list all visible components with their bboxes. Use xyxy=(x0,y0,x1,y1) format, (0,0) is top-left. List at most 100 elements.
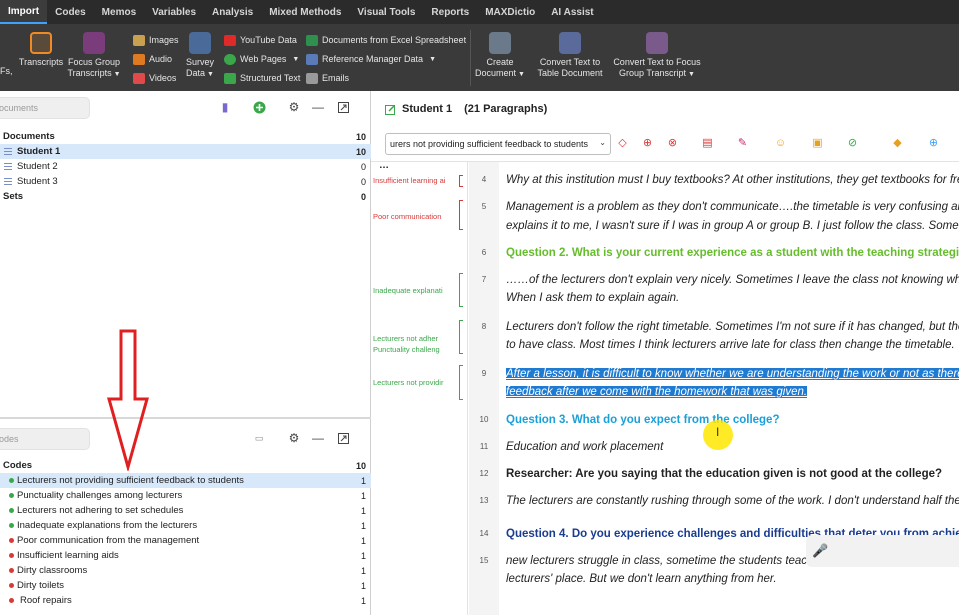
code-label: Lecturers not adhering to set schedules xyxy=(17,505,184,516)
paragraph-line[interactable]: new lecturers struggle in class, sometim… xyxy=(506,552,813,570)
in-vivo-code-icon[interactable]: ⊗ xyxy=(666,137,679,150)
more-icon[interactable]: … xyxy=(379,162,389,171)
paragraph-line[interactable]: Lecturers don't follow the right timetab… xyxy=(506,318,959,336)
comment-icon[interactable]: ◆ xyxy=(891,137,904,150)
memo-icon[interactable]: ▣ xyxy=(811,137,824,150)
code-diamond-icon[interactable]: ◇ xyxy=(616,137,629,150)
documents-root-count: 10 xyxy=(355,131,366,142)
selected-text[interactable]: After a lesson, it is difficult to know … xyxy=(506,368,959,380)
paragraph-line[interactable]: lecturers' place. But we don't learn any… xyxy=(506,570,777,588)
new-document-icon[interactable]: ▮ xyxy=(218,100,232,114)
paragraph-line[interactable]: to have class. Most times I think lectur… xyxy=(506,336,955,354)
transcripts-label: Transcripts xyxy=(18,57,64,67)
create-document-button[interactable]: Create Document ▼ xyxy=(475,32,525,80)
survey-data-button[interactable]: Survey Data ▼ xyxy=(183,32,217,80)
paragraph-line[interactable]: When I ask them to explain again. xyxy=(506,289,679,307)
tab-analysis[interactable]: Analysis xyxy=(204,0,261,24)
web-pages-button[interactable]: Web Pages ▼ xyxy=(224,52,299,66)
paragraph-number: 4 xyxy=(481,175,487,184)
code-selection-icon[interactable]: ⊕ xyxy=(641,137,654,150)
documents-root[interactable]: Documents 10 xyxy=(0,129,371,144)
gear-icon[interactable]: ⚙ xyxy=(287,431,301,445)
code-item[interactable]: Inadequate explanations from the lecture… xyxy=(0,518,371,533)
code-color-dot xyxy=(9,478,14,483)
tab-ai-assist[interactable]: AI Assist xyxy=(543,0,601,24)
question-line[interactable]: Question 2. What is your current experie… xyxy=(506,244,959,262)
paragraph-line[interactable]: After a lesson, it is difficult to know … xyxy=(506,365,959,383)
tab-visual-tools[interactable]: Visual Tools xyxy=(349,0,423,24)
color-pen-icon[interactable]: ✎ xyxy=(736,137,749,150)
coding-stripe-label[interactable]: Insufficient learning ai xyxy=(373,176,457,185)
code-item[interactable]: Poor communication from the management 1 xyxy=(0,533,371,548)
link-icon[interactable]: ⊘ xyxy=(846,137,859,150)
images-label: Images xyxy=(149,35,179,45)
tab-mixed-methods[interactable]: Mixed Methods xyxy=(261,0,349,24)
convert-to-focus-group-button[interactable]: Convert Text to Focus Group Transcript ▼ xyxy=(610,32,704,80)
selected-text[interactable]: feedback after we come with the homework… xyxy=(506,386,808,398)
excel-docs-button[interactable]: Documents from Excel Spreadsheet xyxy=(306,33,466,47)
images-button[interactable]: Images xyxy=(133,33,179,47)
coding-stripe-label[interactable]: Lecturers not adher xyxy=(373,334,457,343)
quick-code-select[interactable]: urers not providing sufficient feedback … xyxy=(385,133,611,155)
emails-button[interactable]: Emails xyxy=(306,71,349,85)
add-document-button[interactable] xyxy=(252,100,266,114)
coding-stripe-label[interactable]: Punctuality challeng xyxy=(373,345,457,354)
tab-import[interactable]: Import xyxy=(0,0,48,24)
minimize-icon[interactable]: — xyxy=(311,431,325,445)
codes-root[interactable]: Codes 10 xyxy=(0,458,371,473)
question-line[interactable]: Question 3. What do you expect from the … xyxy=(506,411,779,429)
youtube-data-button[interactable]: YouTube Data xyxy=(224,33,297,47)
emoticode-icon[interactable]: ☺ xyxy=(774,137,787,150)
coding-stripe-label[interactable]: Inadequate explanati xyxy=(373,286,457,295)
code-count: 1 xyxy=(360,550,366,561)
paragraph-line[interactable]: Education and work placement xyxy=(506,438,663,456)
gear-icon[interactable]: ⚙ xyxy=(287,100,301,114)
minimize-icon[interactable]: — xyxy=(311,100,325,114)
code-item[interactable]: Lecturers not providing sufficient feedb… xyxy=(0,473,371,488)
document-item-student-2[interactable]: Student 2 0 xyxy=(0,159,371,174)
paragraph-line[interactable]: Management is a problem as they don't co… xyxy=(506,198,959,216)
code-color-dot xyxy=(9,508,14,513)
tab-variables[interactable]: Variables xyxy=(144,0,204,24)
documents-search-input[interactable]: ocuments xyxy=(0,97,90,119)
tab-codes[interactable]: Codes xyxy=(47,0,94,24)
document-item-student-3[interactable]: Student 3 0 xyxy=(0,174,371,189)
paragraph-line[interactable]: Why at this institution must I buy textb… xyxy=(506,171,959,189)
code-item[interactable]: Insufficient learning aids 1 xyxy=(0,548,371,563)
structured-text-button[interactable]: Structured Text xyxy=(224,71,300,85)
coding-stripe-label[interactable]: Poor communication xyxy=(373,212,457,221)
code-options-icon[interactable]: ▭ xyxy=(252,431,266,445)
convert-to-table-button[interactable]: Convert Text to Table Document xyxy=(534,32,606,79)
code-item[interactable]: Lecturers not adhering to set schedules … xyxy=(0,503,371,518)
microphone-icon[interactable]: 🎤 xyxy=(812,543,828,559)
focus-group-transcripts-button[interactable]: Focus Group Transcripts ▼ xyxy=(66,32,122,80)
paragraph-line[interactable]: explains it to me, I wasn't sure if I wa… xyxy=(506,217,959,235)
document-item-student-1[interactable]: Student 1 10 xyxy=(0,144,371,159)
undock-icon[interactable] xyxy=(336,431,350,445)
videos-button[interactable]: Videos xyxy=(133,71,176,85)
audio-button[interactable]: Audio xyxy=(133,52,172,66)
code-item[interactable]: Dirty toilets 1 xyxy=(0,578,371,593)
tab-reports[interactable]: Reports xyxy=(423,0,477,24)
paragraph-number: 10 xyxy=(479,415,489,424)
code-item[interactable]: Punctuality challenges among lecturers 1 xyxy=(0,488,371,503)
undock-icon[interactable] xyxy=(336,100,350,114)
code-item[interactable]: Roof repairs 1 xyxy=(0,593,371,608)
reference-manager-button[interactable]: Reference Manager Data ▼ xyxy=(306,52,436,66)
dictation-bar[interactable]: 🎤 xyxy=(806,535,959,567)
add-icon[interactable]: ⊕ xyxy=(927,137,940,150)
paragraph-line[interactable]: feedback after we come with the homework… xyxy=(506,383,808,401)
highlight-code-icon[interactable]: ▤ xyxy=(701,137,714,150)
pane-splitter[interactable] xyxy=(0,417,371,419)
sets-root[interactable]: Sets 0 xyxy=(0,189,371,204)
codes-search-input[interactable]: odes xyxy=(0,428,90,450)
paragraph-line[interactable]: The lecturers are constantly rushing thr… xyxy=(506,492,959,510)
code-color-dot xyxy=(9,553,14,558)
coding-stripe-label[interactable]: Lecturers not providir xyxy=(373,378,457,387)
paragraph-line[interactable]: ……of the lecturers don't explain very ni… xyxy=(506,271,959,289)
researcher-line[interactable]: Researcher: Are you saying that the educ… xyxy=(506,465,942,483)
tab-maxdictio[interactable]: MAXDictio xyxy=(477,0,543,24)
code-item[interactable]: Dirty classrooms 1 xyxy=(0,563,371,578)
transcripts-button[interactable]: Transcripts xyxy=(18,32,64,68)
tab-memos[interactable]: Memos xyxy=(94,0,144,24)
